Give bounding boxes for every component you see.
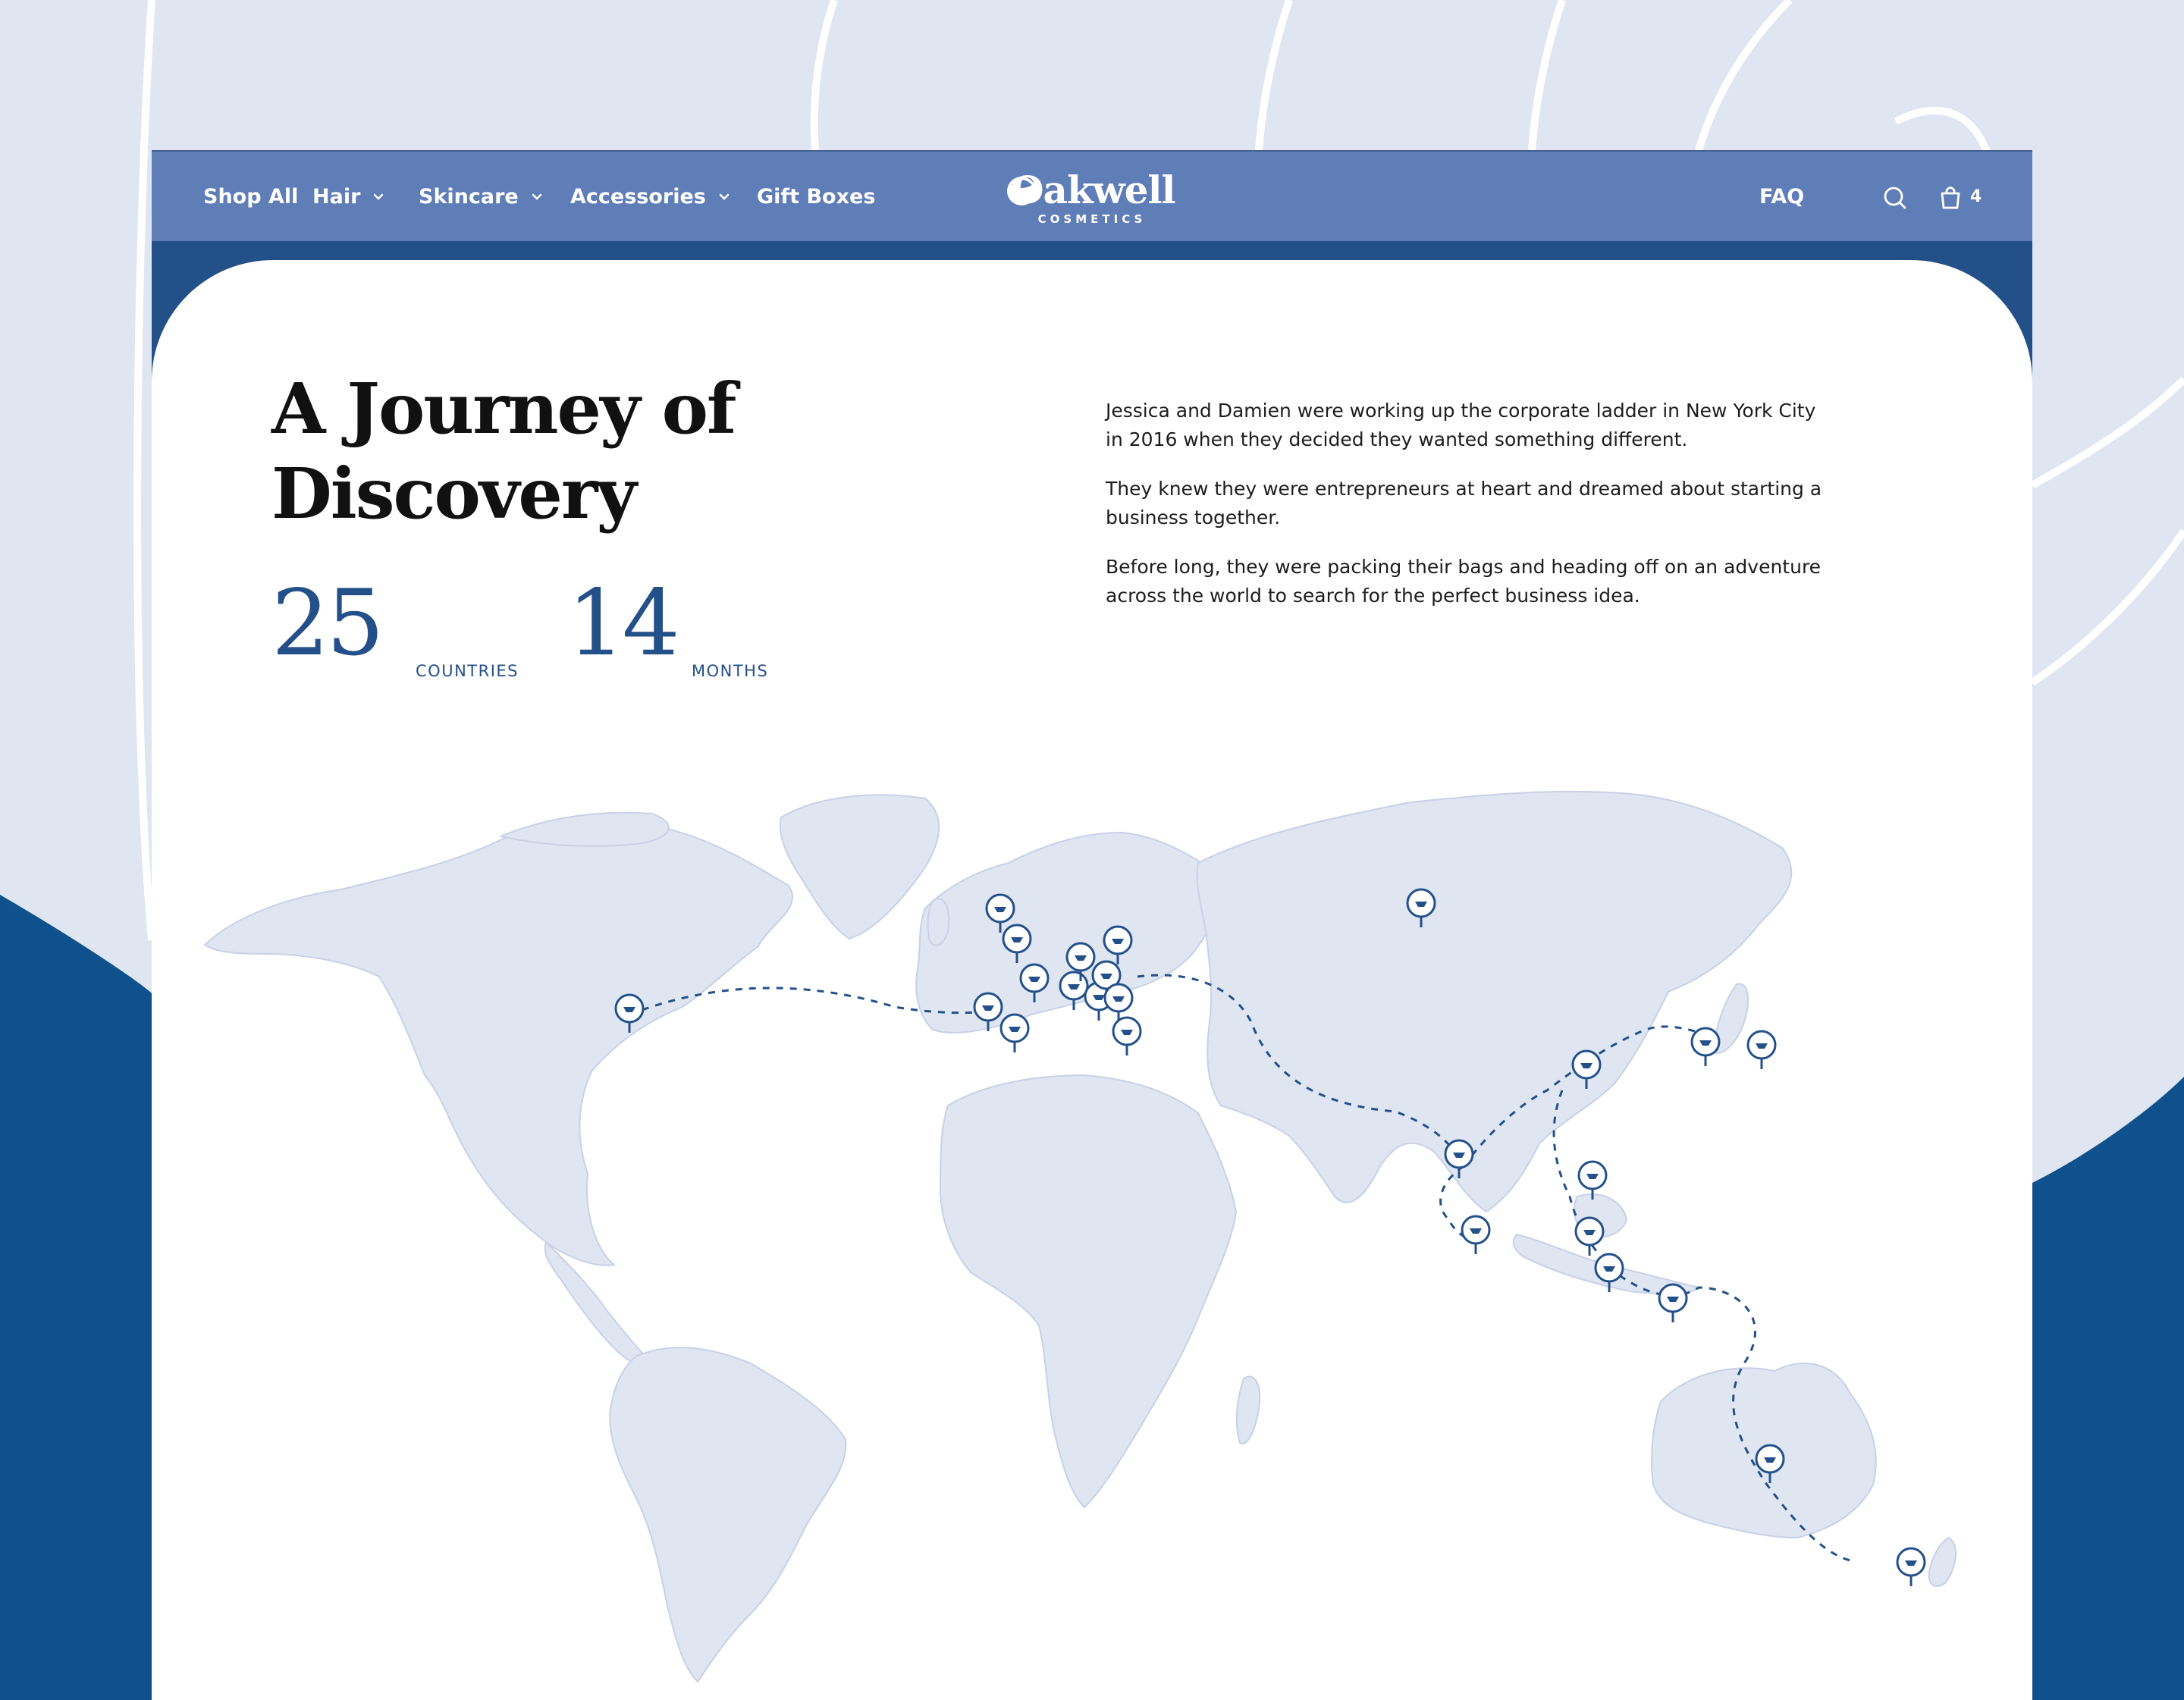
map-pin-icon[interactable] (1461, 1215, 1491, 1256)
continent-north-america (204, 822, 794, 1266)
map-pin-icon[interactable] (1658, 1283, 1688, 1324)
map-pin-icon[interactable] (1574, 1216, 1605, 1257)
landmass-madagascar (1235, 1375, 1261, 1444)
map-pin-icon[interactable] (1577, 1160, 1608, 1201)
site-window: Shop All Hair Skincare Accessories Gift … (152, 150, 2032, 1700)
map-pin-icon[interactable] (1746, 1030, 1777, 1071)
map-pin-icon[interactable] (1896, 1547, 1926, 1588)
map-pin-icon[interactable] (1690, 1027, 1721, 1068)
continent-africa (940, 1074, 1237, 1508)
map-pin-icon[interactable] (999, 1013, 1030, 1054)
map-pin-icon[interactable] (1112, 1016, 1142, 1057)
world-map (204, 790, 1957, 1683)
landmass-greenland (779, 794, 940, 939)
landmass-arctic-islands (500, 811, 670, 847)
continent-asia (1196, 790, 1793, 1212)
continent-europe (915, 832, 1221, 1033)
map-pin-icon[interactable] (1103, 983, 1134, 1024)
landmass-new-zealand (1928, 1537, 1957, 1587)
landmass-uk (927, 898, 950, 946)
continent-south-america (609, 1347, 847, 1683)
